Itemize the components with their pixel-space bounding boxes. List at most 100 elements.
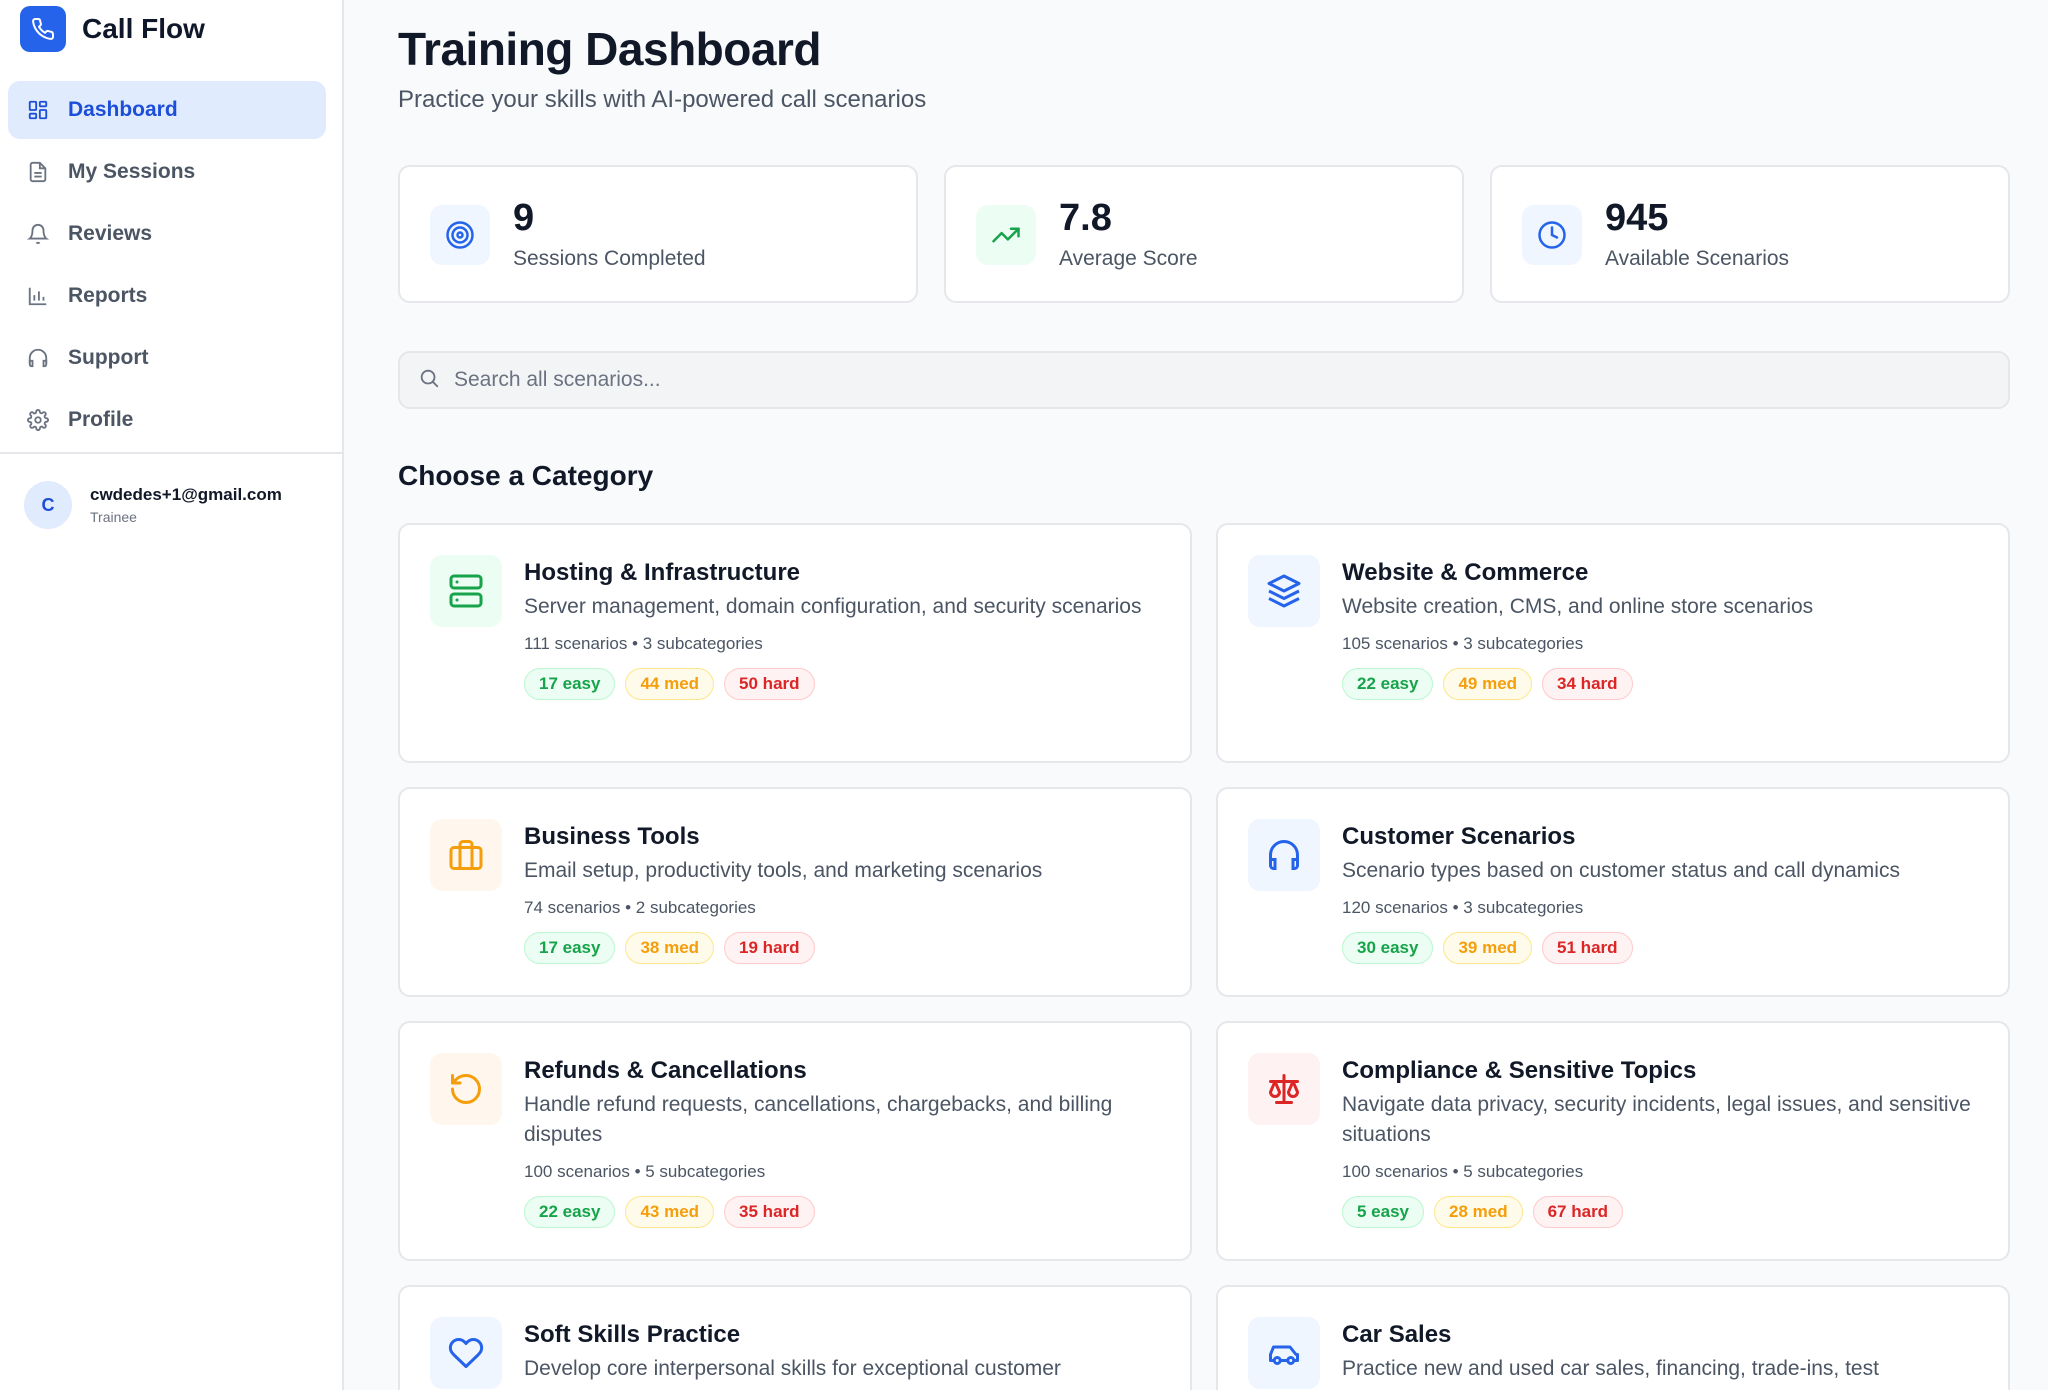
page-subtitle: Practice your skills with AI-powered cal… <box>398 86 927 113</box>
avatar: C <box>24 481 72 529</box>
easy-badge: 30 easy <box>1342 932 1434 964</box>
stat-label: Sessions Completed <box>513 247 706 270</box>
hard-badge: 50 hard <box>724 668 815 700</box>
user-role: Trainee <box>90 509 137 525</box>
category-title: Compliance & Sensitive Topics <box>1342 1057 1697 1084</box>
search-icon <box>418 367 440 394</box>
sidebar-item-label: My Sessions <box>68 160 196 183</box>
category-meta: 100 scenarios • 5 subcategories <box>524 1162 766 1181</box>
difficulty-tags: 17 easy 44 med 50 hard <box>524 668 1160 700</box>
brand-name: Call Flow <box>82 13 205 44</box>
stat-card-sessions: 9 Sessions Completed <box>398 165 918 303</box>
easy-badge: 22 easy <box>524 1196 616 1228</box>
stat-card-score: 7.8 Average Score <box>944 165 1464 303</box>
category-title: Customer Scenarios <box>1342 823 1576 850</box>
sidebar-item-my-sessions[interactable]: My Sessions <box>8 143 326 201</box>
category-meta: 120 scenarios • 3 subcategories <box>1342 898 1584 917</box>
category-description: Server management, domain configuration,… <box>524 595 1142 618</box>
category-title: Refunds & Cancellations <box>524 1057 807 1084</box>
sidebar-nav: Dashboard My Sessions Reviews Reports Su… <box>8 81 326 453</box>
category-description: Handle refund requests, cancellations, c… <box>524 1093 1113 1146</box>
car-icon <box>1248 1317 1320 1389</box>
bar-chart-icon <box>26 284 50 308</box>
brand[interactable]: Call Flow <box>20 6 205 52</box>
easy-badge: 17 easy <box>524 932 616 964</box>
heart-icon <box>430 1317 502 1389</box>
sidebar-item-label: Profile <box>68 408 134 431</box>
category-description: Email setup, productivity tools, and mar… <box>524 859 1043 882</box>
sidebar-item-label: Reviews <box>68 222 153 245</box>
difficulty-tags: 22 easy 43 med 35 hard <box>524 1196 1160 1228</box>
sidebar-item-label: Reports <box>68 284 148 307</box>
category-description: Develop core interpersonal skills for ex… <box>524 1357 1061 1380</box>
medium-badge: 39 med <box>1443 932 1533 964</box>
server-icon <box>430 555 502 627</box>
sidebar-item-reports[interactable]: Reports <box>8 267 326 325</box>
hard-badge: 51 hard <box>1542 932 1633 964</box>
category-meta: 100 scenarios • 5 subcategories <box>1342 1162 1584 1181</box>
difficulty-tags: 30 easy 39 med 51 hard <box>1342 932 1978 964</box>
sidebar-item-profile[interactable]: Profile <box>8 391 326 449</box>
easy-badge: 22 easy <box>1342 668 1434 700</box>
category-title: Soft Skills Practice <box>524 1321 741 1348</box>
headphones-icon <box>1248 819 1320 891</box>
medium-badge: 44 med <box>625 668 715 700</box>
medium-badge: 49 med <box>1443 668 1533 700</box>
stat-value: 945 <box>1605 197 1669 239</box>
stat-value: 9 <box>513 197 535 239</box>
category-title: Hosting & Infrastructure <box>524 559 801 586</box>
easy-badge: 17 easy <box>524 668 616 700</box>
category-card-soft-skills[interactable]: Soft Skills Practice Develop core interp… <box>398 1285 1192 1390</box>
layers-icon <box>1248 555 1320 627</box>
phone-icon <box>20 6 66 52</box>
sidebar-item-support[interactable]: Support <box>8 329 326 387</box>
category-description: Navigate data privacy, security incident… <box>1342 1093 1971 1146</box>
medium-badge: 43 med <box>625 1196 715 1228</box>
sidebar-item-reviews[interactable]: Reviews <box>8 205 326 263</box>
category-card-compliance[interactable]: Compliance & Sensitive Topics Navigate d… <box>1216 1021 2010 1261</box>
briefcase-icon <box>430 819 502 891</box>
easy-badge: 5 easy <box>1342 1196 1424 1228</box>
hard-badge: 34 hard <box>1542 668 1633 700</box>
section-title: Choose a Category <box>398 460 654 491</box>
user-profile[interactable]: C cwdedes+1@gmail.com Trainee <box>24 481 282 529</box>
bell-icon <box>26 222 50 246</box>
hard-badge: 35 hard <box>724 1196 815 1228</box>
document-icon <box>26 160 50 184</box>
category-card-refunds[interactable]: Refunds & Cancellations Handle refund re… <box>398 1021 1192 1261</box>
scale-icon <box>1248 1053 1320 1125</box>
sidebar-item-label: Dashboard <box>68 98 178 121</box>
difficulty-tags: 5 easy 28 med 67 hard <box>1342 1196 1978 1228</box>
page-title: Training Dashboard <box>398 23 821 75</box>
category-card-customer-scenarios[interactable]: Customer Scenarios Scenario types based … <box>1216 787 2010 997</box>
grid-icon <box>26 98 50 122</box>
trending-up-icon <box>976 205 1036 265</box>
search-input[interactable] <box>454 368 1954 392</box>
category-title: Website & Commerce <box>1342 559 1589 586</box>
sidebar-item-label: Support <box>68 346 149 369</box>
category-meta: 111 scenarios • 3 subcategories <box>524 634 763 653</box>
headphones-icon <box>26 346 50 370</box>
category-title: Business Tools <box>524 823 700 850</box>
category-meta: 105 scenarios • 3 subcategories <box>1342 634 1584 653</box>
category-description: Website creation, CMS, and online store … <box>1342 595 1814 618</box>
difficulty-tags: 17 easy 38 med 19 hard <box>524 932 1160 964</box>
sidebar-divider <box>0 452 344 454</box>
medium-badge: 38 med <box>625 932 715 964</box>
rotate-ccw-icon <box>430 1053 502 1125</box>
category-card-car-sales[interactable]: Car Sales Practice new and used car sale… <box>1216 1285 2010 1390</box>
sidebar: Call Flow Dashboard My Sessions Reviews … <box>0 0 344 1390</box>
sidebar-item-dashboard[interactable]: Dashboard <box>8 81 326 139</box>
stat-label: Available Scenarios <box>1605 247 1790 270</box>
category-meta: 74 scenarios • 2 subcategories <box>524 898 756 917</box>
search-bar[interactable] <box>398 351 2010 409</box>
target-icon <box>430 205 490 265</box>
difficulty-tags: 22 easy 49 med 34 hard <box>1342 668 1978 700</box>
category-card-website[interactable]: Website & Commerce Website creation, CMS… <box>1216 523 2010 763</box>
clock-icon <box>1522 205 1582 265</box>
category-title: Car Sales <box>1342 1321 1452 1348</box>
category-card-business-tools[interactable]: Business Tools Email setup, productivity… <box>398 787 1192 997</box>
user-email: cwdedes+1@gmail.com <box>90 485 282 504</box>
category-description: Practice new and used car sales, financi… <box>1342 1357 1879 1380</box>
category-card-hosting[interactable]: Hosting & Infrastructure Server manageme… <box>398 523 1192 763</box>
